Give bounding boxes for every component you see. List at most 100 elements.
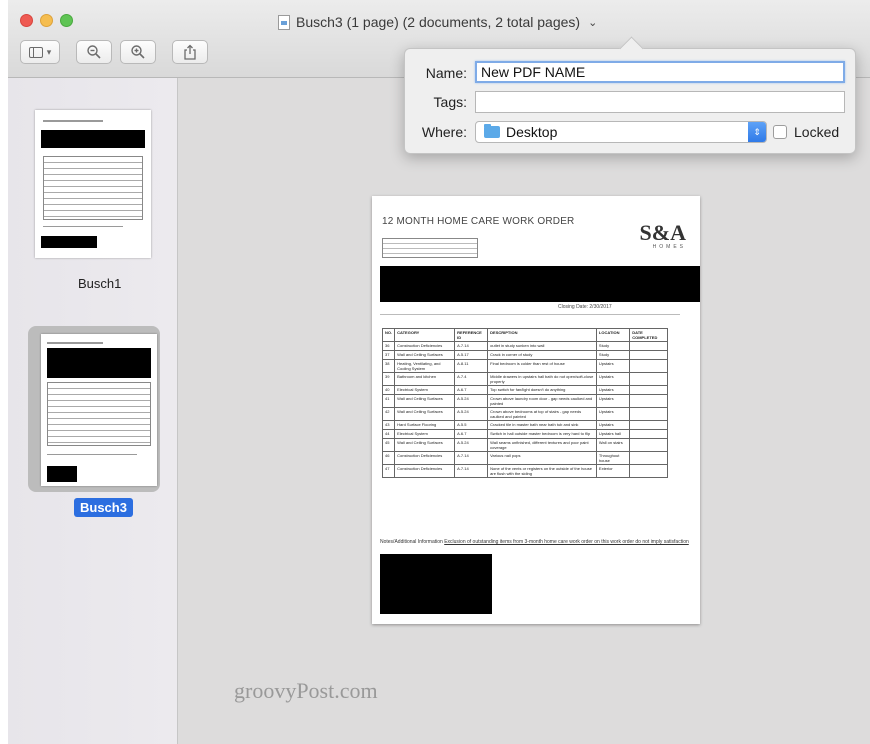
- table-cell: Upstairs: [595, 407, 631, 421]
- zoom-window-button[interactable]: [60, 14, 73, 27]
- zoom-in-button[interactable]: [120, 40, 156, 64]
- table-cell: Study: [595, 341, 631, 351]
- table-cell: [629, 429, 668, 439]
- sidebar-toggle-button[interactable]: ▾: [20, 40, 60, 64]
- redaction-block: [41, 236, 97, 248]
- tags-label: Tags:: [433, 94, 467, 110]
- col-header: REFERENCE ID: [454, 328, 489, 342]
- table-cell: Exterior: [595, 464, 631, 478]
- document-title: 12 MONTH HOME CARE WORK ORDER: [382, 216, 575, 227]
- watermark-text: groovyPost.com: [234, 678, 378, 703]
- table-cell: 43: [381, 420, 396, 430]
- table-row: 37 Wall and Ceiling Surfaces A.5.17 Crack i…: [381, 350, 668, 360]
- table-cell: [629, 359, 668, 373]
- table-cell: 42: [381, 407, 396, 421]
- thumbnail-busch1[interactable]: [35, 110, 151, 258]
- table-cell: Wall seams unfinished, different texture…: [487, 438, 597, 452]
- name-field[interactable]: [475, 61, 845, 83]
- table-row: 43 Hard Surface Flooring A.5.5 Cracked tile…: [381, 420, 668, 430]
- table-cell: 47: [381, 464, 396, 478]
- table-cell: Wall and Ceiling Surfaces: [394, 407, 456, 421]
- redaction-block: [47, 466, 77, 482]
- window-title-text: Busch3 (1 page) (2 documents, 2 total pa…: [296, 14, 581, 30]
- zoom-in-icon: [131, 45, 145, 59]
- redaction-block: [41, 130, 145, 148]
- table-cell: A.7.14: [454, 464, 489, 478]
- zoom-out-button[interactable]: [76, 40, 112, 64]
- rename-popover: Name: Tags: Where: Desktop ⇕ Locked: [404, 48, 856, 154]
- table-cell: A.5.5: [454, 420, 489, 430]
- preview-window: Busch3 (1 page) (2 documents, 2 total pa…: [8, 0, 870, 744]
- instruction-line: [380, 314, 680, 315]
- table-cell: Crown above bedrooms at top of stairs - …: [487, 407, 597, 421]
- table-cell: A.7.14: [454, 341, 489, 351]
- thumbnail-label-busch3[interactable]: Busch3: [74, 498, 133, 517]
- table-cell: A.8.11: [454, 359, 489, 373]
- table-cell: [629, 350, 668, 360]
- table-cell: Construction Deficiencies: [394, 464, 456, 478]
- share-button[interactable]: [172, 40, 208, 64]
- table-cell: 46: [381, 451, 396, 465]
- table-row: 46 Construction Deficiencies A.7.14 Various…: [381, 451, 668, 465]
- table-row: 39 Bathroom and kitchen A.7.4 Middle drawer…: [381, 372, 668, 386]
- where-label: Where:: [421, 124, 467, 140]
- thumbnail-busch3[interactable]: [41, 334, 157, 486]
- table-cell: A.6.7: [454, 385, 489, 395]
- table-cell: Upstairs: [595, 394, 631, 408]
- table-cell: Various nail pops: [487, 451, 597, 465]
- table-cell: 36: [381, 341, 396, 351]
- table-cell: Upstairs: [595, 359, 631, 373]
- table-cell: Upstairs hall: [595, 429, 631, 439]
- table-cell: 45: [381, 438, 396, 452]
- company-logo: S&A: [639, 220, 686, 245]
- table-cell: None of the vents or registers on the ou…: [487, 464, 597, 478]
- minimize-window-button[interactable]: [40, 14, 53, 27]
- thumb-text-line: [47, 454, 137, 455]
- thumbnail-label-busch1[interactable]: Busch1: [78, 276, 121, 291]
- pdf-page[interactable]: 12 MONTH HOME CARE WORK ORDER S&A HOMES …: [372, 196, 700, 624]
- table-row: 42 Wall and Ceiling Surfaces A.5.24 Crown a…: [381, 407, 668, 421]
- tags-field[interactable]: [475, 91, 845, 113]
- window-title[interactable]: Busch3 (1 page) (2 documents, 2 total pa…: [278, 12, 597, 32]
- table-cell: Wall and Ceiling Surfaces: [394, 438, 456, 452]
- where-select[interactable]: Desktop ⇕: [475, 121, 767, 143]
- thumb-text-line: [43, 226, 123, 227]
- locked-checkbox[interactable]: [773, 125, 787, 139]
- table-cell: Top switch for fan/light doesn't do anyt…: [487, 385, 597, 395]
- table-row: 41 Wall and Ceiling Surfaces A.5.24 Crown a…: [381, 394, 668, 408]
- notes-label: Notes/Additional Information: [380, 539, 443, 545]
- table-cell: [629, 451, 668, 465]
- table-cell: Electrical System: [394, 429, 456, 439]
- table-body: 36 Construction Deficiencies A.7.14 outlet …: [381, 341, 668, 478]
- table-row: 45 Wall and Ceiling Surfaces A.5.24 Wall se…: [381, 438, 668, 452]
- table-cell: Electrical System: [394, 385, 456, 395]
- table-cell: 44: [381, 429, 396, 439]
- table-cell: A.5.24: [454, 407, 489, 421]
- thumb-text-line: [47, 342, 103, 344]
- share-icon: [184, 44, 196, 60]
- table-cell: A.5.24: [454, 438, 489, 452]
- table-cell: Wall on stairs: [595, 438, 631, 452]
- table-cell: outlet in study sunken into wall: [487, 341, 597, 351]
- table-cell: [629, 394, 668, 408]
- table-cell: Construction Deficiencies: [394, 341, 456, 351]
- redaction-block: [47, 348, 151, 378]
- col-header: DESCRIPTION: [487, 328, 597, 342]
- thumb-table: [43, 156, 143, 220]
- close-window-button[interactable]: [20, 14, 33, 27]
- table-cell: 39: [381, 372, 396, 386]
- thumb-text-line: [43, 120, 103, 122]
- chevron-down-icon: ▾: [46, 46, 52, 57]
- table-cell: Study: [595, 350, 631, 360]
- table-row: 40 Electrical System A.6.7 Top switch for f…: [381, 385, 668, 395]
- stepper-arrows-icon: ⇕: [748, 122, 766, 142]
- table-cell: Crack in corner of study: [487, 350, 597, 360]
- name-label: Name:: [425, 65, 467, 81]
- col-header: DATE COMPLETED: [629, 328, 668, 342]
- folder-icon: [484, 124, 500, 138]
- col-header: LOCATION: [595, 328, 631, 342]
- table-cell: Hard Surface Flooring: [394, 420, 456, 430]
- zoom-out-icon: [87, 45, 101, 59]
- table-cell: Throughout house: [595, 451, 631, 465]
- redaction-block: [380, 554, 492, 614]
